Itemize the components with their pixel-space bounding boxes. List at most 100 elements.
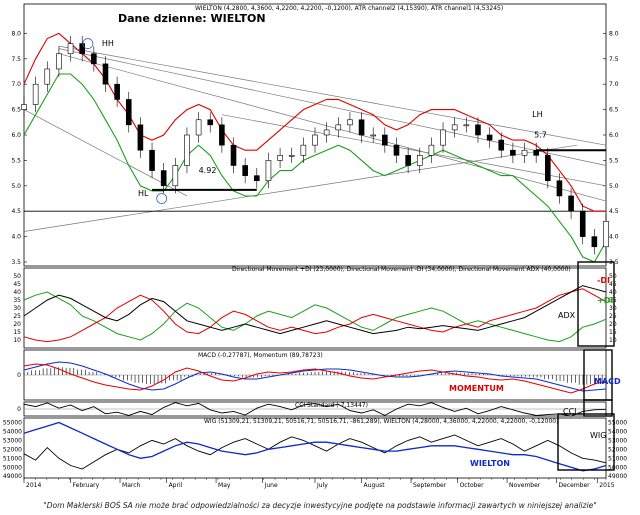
x-month-label: September xyxy=(413,482,447,489)
candle-body xyxy=(486,134,493,141)
annotation-492: 4.92 xyxy=(199,166,217,175)
dmi-ytick-label-right: 20 xyxy=(609,321,617,328)
macd-series-momentum xyxy=(23,363,607,394)
price-ytick-label-right: 7.5 xyxy=(609,56,619,63)
x-month-label: April xyxy=(169,482,183,489)
candle-body xyxy=(300,144,307,156)
label-macd: MACD xyxy=(594,377,621,386)
macd-zero-label: 0 xyxy=(17,372,21,379)
dmi-ytick-label-left: 50 xyxy=(13,273,21,280)
wig-ytick-label-right: 52000 xyxy=(608,446,627,453)
price-ytick-label-right: 8.0 xyxy=(609,30,619,37)
candle-body xyxy=(591,236,598,248)
wig-series-wielton xyxy=(23,421,607,472)
label-adx: ADX xyxy=(558,311,576,320)
dmi-series-di xyxy=(23,288,607,343)
price-ytick-label-left: 4.5 xyxy=(11,208,21,215)
candle-body xyxy=(475,124,481,136)
trend-line xyxy=(23,144,577,232)
candle-body xyxy=(603,221,609,248)
candle-body xyxy=(230,144,237,166)
candle-body xyxy=(312,134,318,146)
candle-body xyxy=(416,155,423,166)
trough-circle xyxy=(156,193,168,204)
x-axis: 2014 February March April May June July August S… xyxy=(23,478,615,489)
wig-ytick-label-left: 52000 xyxy=(3,446,22,453)
label-minus-di: -DI xyxy=(597,276,610,285)
dmi-ytick-label-right: 40 xyxy=(609,289,617,296)
candle-body xyxy=(160,170,167,187)
price-ytick-label-left: 6.5 xyxy=(11,107,21,114)
dmi-ytick-label-left: 25 xyxy=(13,313,21,320)
candle-body xyxy=(393,144,400,156)
x-month-label: February xyxy=(73,482,100,489)
wig-ytick-label-left: 50000 xyxy=(3,464,22,471)
price-ytick-label-right: 5.5 xyxy=(609,157,619,164)
candle-body xyxy=(440,129,446,146)
candle-body xyxy=(382,134,388,146)
x-month-label: July xyxy=(316,482,328,489)
dmi-ytick-label-left: 40 xyxy=(13,289,21,296)
wig-ytick-label-right: 49000 xyxy=(608,473,627,480)
price-panel: 3.5 3.54.0 4.04.5 4.55.0 5.05.5 5.56.0 6.06.5 6… xyxy=(11,30,618,266)
x-month-label: December xyxy=(559,482,591,489)
macd-series-macd xyxy=(23,361,607,392)
wig-ytick-label-left: 51000 xyxy=(3,455,22,462)
candle-body xyxy=(172,165,179,187)
disclaimer-footer: "Dom Maklerski BOŚ SA nie może brać odpo… xyxy=(43,501,596,510)
x-month-label: 2014 xyxy=(26,482,41,489)
annotation-hl: HL xyxy=(138,189,149,198)
candle-body xyxy=(463,124,470,127)
candle-body xyxy=(370,134,377,137)
chart-title: Dane dzienne: WIELTON xyxy=(118,12,266,25)
dmi-ytick-label-left: 35 xyxy=(13,297,21,304)
candle-body xyxy=(102,63,109,85)
candle-body xyxy=(184,134,190,166)
candle-body xyxy=(219,124,225,146)
price-ytick-label-right: 4.0 xyxy=(609,234,619,241)
candle-body xyxy=(358,119,365,136)
candle-body xyxy=(32,83,39,105)
candle-body xyxy=(195,119,202,136)
wig-ytick-label-right: 55000 xyxy=(608,419,627,426)
price-header: WIELTON (4,2800, 4,3600, 4,2200, 4,2200,… xyxy=(195,5,503,12)
dmi-ytick-label-right: 25 xyxy=(609,313,617,320)
dmi-ytick-label-left: 10 xyxy=(13,337,21,344)
dmi-ytick-label-left: 45 xyxy=(13,281,21,288)
candle-body xyxy=(544,155,551,182)
candle-body xyxy=(149,149,155,171)
price-ytick-label-right: 5.0 xyxy=(609,183,619,190)
candle-body xyxy=(498,139,505,151)
dmi-series-adx xyxy=(23,285,607,335)
x-month-label: November xyxy=(509,482,541,489)
candle-body xyxy=(21,104,27,110)
label-wig: WIG xyxy=(590,431,606,440)
candle-body xyxy=(114,83,120,100)
dmi-ytick-label-right: 50 xyxy=(609,273,617,280)
dmi-ytick-label-left: 30 xyxy=(13,305,21,312)
label-plus-di: +DI xyxy=(597,296,613,305)
wig-ytick-label-left: 55000 xyxy=(3,419,22,426)
candle-body xyxy=(56,53,62,70)
annotation-lh: LH xyxy=(532,110,542,119)
price-ytick-label-left: 6.0 xyxy=(11,132,21,139)
candle-body xyxy=(242,165,248,176)
dmi-ytick-label-left: 20 xyxy=(13,321,21,328)
dmi-ytick-label-right: 15 xyxy=(609,329,617,336)
label-wielton: WIELTON xyxy=(470,459,510,468)
price-ytick-label-left: 3.5 xyxy=(11,259,21,266)
candle-body xyxy=(428,144,435,156)
macd-header: MACD (-0,27787), Momentum (89,78723) xyxy=(198,352,323,359)
x-month-label: May xyxy=(218,482,231,489)
wig-ytick-label-right: 51000 xyxy=(608,455,627,462)
candle-body xyxy=(254,175,260,182)
price-ytick-label-left: 7.0 xyxy=(11,81,21,88)
wig-header: WIG (51309,21, 51309,21, 50516,71, 50516… xyxy=(204,418,558,425)
label-momentum: MOMENTUM xyxy=(449,384,504,393)
chart-root: Dane dzienne: WIELTON WIELTON (4,2800, 4… xyxy=(0,0,640,515)
annotation-hh: HH xyxy=(102,39,114,48)
dmi-ytick-label-right: 30 xyxy=(609,305,617,312)
candle-body xyxy=(288,155,295,157)
candle-body xyxy=(323,129,330,136)
chart-canvas: Dane dzienne: WIELTON WIELTON (4,2800, 4… xyxy=(3,3,627,510)
